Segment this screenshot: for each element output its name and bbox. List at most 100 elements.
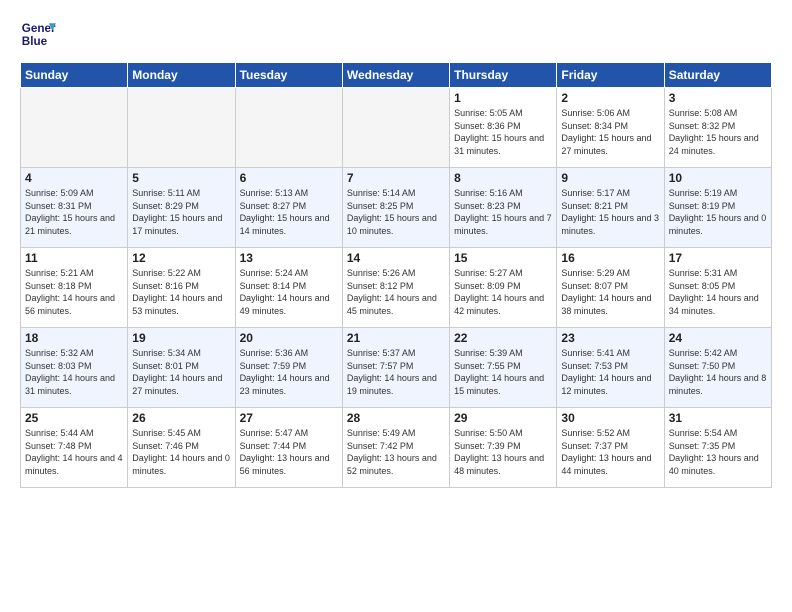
day-info: Sunrise: 5:50 AMSunset: 7:39 PMDaylight:… [454, 427, 552, 477]
calendar-cell: 18 Sunrise: 5:32 AMSunset: 8:03 PMDayligh… [21, 328, 128, 408]
weekday-header-friday: Friday [557, 63, 664, 88]
day-info: Sunrise: 5:06 AMSunset: 8:34 PMDaylight:… [561, 107, 659, 157]
calendar-cell: 31Sunrise: 5:54 AMSunset: 7:35 PMDayligh… [664, 408, 771, 488]
day-number: 10 [669, 171, 767, 185]
day-number: 23 [561, 331, 659, 345]
day-number: 19 [132, 331, 230, 345]
weekday-header-thursday: Thursday [450, 63, 557, 88]
calendar-cell [235, 88, 342, 168]
day-info: Sunrise: 5:32 AMSunset: 8:03 PMDaylight:… [25, 347, 123, 397]
calendar-cell: 24Sunrise: 5:42 AMSunset: 7:50 PMDayligh… [664, 328, 771, 408]
weekday-header-saturday: Saturday [664, 63, 771, 88]
calendar-cell [342, 88, 449, 168]
day-info: Sunrise: 5:11 AMSunset: 8:29 PMDaylight:… [132, 187, 230, 237]
day-info: Sunrise: 5:45 AMSunset: 7:46 PMDaylight:… [132, 427, 230, 477]
calendar-table: SundayMondayTuesdayWednesdayThursdayFrid… [20, 62, 772, 488]
calendar-cell: 23 Sunrise: 5:41 AMSunset: 7:53 PMDayligh… [557, 328, 664, 408]
day-info: Sunrise: 5:14 AMSunset: 8:25 PMDaylight:… [347, 187, 445, 237]
calendar-cell: 13 Sunrise: 5:24 AMSunset: 8:14 PMDayligh… [235, 248, 342, 328]
day-info: Sunrise: 5:24 AMSunset: 8:14 PMDaylight:… [240, 267, 338, 317]
day-number: 15 [454, 251, 552, 265]
day-number: 5 [132, 171, 230, 185]
day-info: Sunrise: 5:36 AMSunset: 7:59 PMDaylight:… [240, 347, 338, 397]
day-info: Sunrise: 5:52 AMSunset: 7:37 PMDaylight:… [561, 427, 659, 477]
calendar-cell: 2 Sunrise: 5:06 AMSunset: 8:34 PMDaylight… [557, 88, 664, 168]
week-row-4: 18 Sunrise: 5:32 AMSunset: 8:03 PMDayligh… [21, 328, 772, 408]
calendar-cell: 9 Sunrise: 5:17 AMSunset: 8:21 PMDaylight… [557, 168, 664, 248]
day-number: 24 [669, 331, 767, 345]
weekday-header-row: SundayMondayTuesdayWednesdayThursdayFrid… [21, 63, 772, 88]
day-info: Sunrise: 5:21 AMSunset: 8:18 PMDaylight:… [25, 267, 123, 317]
day-number: 25 [25, 411, 123, 425]
weekday-header-tuesday: Tuesday [235, 63, 342, 88]
calendar-cell: 30 Sunrise: 5:52 AMSunset: 7:37 PMDayligh… [557, 408, 664, 488]
day-info: Sunrise: 5:17 AMSunset: 8:21 PMDaylight:… [561, 187, 659, 237]
calendar-cell: 21 Sunrise: 5:37 AMSunset: 7:57 PMDayligh… [342, 328, 449, 408]
day-info: Sunrise: 5:31 AMSunset: 8:05 PMDaylight:… [669, 267, 767, 317]
header: General Blue [20, 16, 772, 52]
calendar-cell: 10 Sunrise: 5:19 AMSunset: 8:19 PMDayligh… [664, 168, 771, 248]
calendar-cell: 12Sunrise: 5:22 AMSunset: 8:16 PMDayligh… [128, 248, 235, 328]
day-number: 4 [25, 171, 123, 185]
week-row-1: 1 Sunrise: 5:05 AMSunset: 8:36 PMDaylight… [21, 88, 772, 168]
week-row-3: 11Sunrise: 5:21 AMSunset: 8:18 PMDayligh… [21, 248, 772, 328]
day-info: Sunrise: 5:29 AMSunset: 8:07 PMDaylight:… [561, 267, 659, 317]
day-info: Sunrise: 5:44 AMSunset: 7:48 PMDaylight:… [25, 427, 123, 477]
day-info: Sunrise: 5:41 AMSunset: 7:53 PMDaylight:… [561, 347, 659, 397]
day-number: 28 [347, 411, 445, 425]
day-info: Sunrise: 5:26 AMSunset: 8:12 PMDaylight:… [347, 267, 445, 317]
day-number: 9 [561, 171, 659, 185]
week-row-5: 25 Sunrise: 5:44 AMSunset: 7:48 PMDayligh… [21, 408, 772, 488]
day-number: 1 [454, 91, 552, 105]
day-number: 8 [454, 171, 552, 185]
page: General Blue SundayMondayTuesdayWednesda… [0, 0, 792, 498]
day-info: Sunrise: 5:05 AMSunset: 8:36 PMDaylight:… [454, 107, 552, 157]
day-number: 18 [25, 331, 123, 345]
svg-text:Blue: Blue [22, 35, 48, 48]
calendar-cell: 8 Sunrise: 5:16 AMSunset: 8:23 PMDaylight… [450, 168, 557, 248]
weekday-header-wednesday: Wednesday [342, 63, 449, 88]
day-number: 7 [347, 171, 445, 185]
calendar-cell: 4 Sunrise: 5:09 AMSunset: 8:31 PMDaylight… [21, 168, 128, 248]
weekday-header-monday: Monday [128, 63, 235, 88]
day-info: Sunrise: 5:27 AMSunset: 8:09 PMDaylight:… [454, 267, 552, 317]
day-number: 30 [561, 411, 659, 425]
day-info: Sunrise: 5:39 AMSunset: 7:55 PMDaylight:… [454, 347, 552, 397]
day-number: 2 [561, 91, 659, 105]
calendar-cell: 17 Sunrise: 5:31 AMSunset: 8:05 PMDayligh… [664, 248, 771, 328]
calendar-cell: 1 Sunrise: 5:05 AMSunset: 8:36 PMDaylight… [450, 88, 557, 168]
calendar-cell: 7 Sunrise: 5:14 AMSunset: 8:25 PMDaylight… [342, 168, 449, 248]
day-number: 3 [669, 91, 767, 105]
day-info: Sunrise: 5:09 AMSunset: 8:31 PMDaylight:… [25, 187, 123, 237]
day-number: 22 [454, 331, 552, 345]
calendar-cell: 3 Sunrise: 5:08 AMSunset: 8:32 PMDaylight… [664, 88, 771, 168]
logo: General Blue [20, 16, 56, 52]
calendar-cell [128, 88, 235, 168]
calendar-cell: 15 Sunrise: 5:27 AMSunset: 8:09 PMDayligh… [450, 248, 557, 328]
day-info: Sunrise: 5:37 AMSunset: 7:57 PMDaylight:… [347, 347, 445, 397]
day-info: Sunrise: 5:22 AMSunset: 8:16 PMDaylight:… [132, 267, 230, 317]
day-number: 14 [347, 251, 445, 265]
day-number: 16 [561, 251, 659, 265]
calendar-cell [21, 88, 128, 168]
weekday-header-sunday: Sunday [21, 63, 128, 88]
calendar-cell: 22 Sunrise: 5:39 AMSunset: 7:55 PMDayligh… [450, 328, 557, 408]
day-info: Sunrise: 5:16 AMSunset: 8:23 PMDaylight:… [454, 187, 552, 237]
calendar-cell: 5 Sunrise: 5:11 AMSunset: 8:29 PMDaylight… [128, 168, 235, 248]
day-number: 13 [240, 251, 338, 265]
calendar-cell: 19 Sunrise: 5:34 AMSunset: 8:01 PMDayligh… [128, 328, 235, 408]
calendar-cell: 27Sunrise: 5:47 AMSunset: 7:44 PMDayligh… [235, 408, 342, 488]
day-info: Sunrise: 5:34 AMSunset: 8:01 PMDaylight:… [132, 347, 230, 397]
week-row-2: 4 Sunrise: 5:09 AMSunset: 8:31 PMDaylight… [21, 168, 772, 248]
day-info: Sunrise: 5:13 AMSunset: 8:27 PMDaylight:… [240, 187, 338, 237]
day-number: 31 [669, 411, 767, 425]
calendar-cell: 26Sunrise: 5:45 AMSunset: 7:46 PMDayligh… [128, 408, 235, 488]
day-number: 21 [347, 331, 445, 345]
logo-icon: General Blue [20, 16, 56, 52]
day-info: Sunrise: 5:19 AMSunset: 8:19 PMDaylight:… [669, 187, 767, 237]
day-info: Sunrise: 5:08 AMSunset: 8:32 PMDaylight:… [669, 107, 767, 157]
calendar-cell: 28Sunrise: 5:49 AMSunset: 7:42 PMDayligh… [342, 408, 449, 488]
day-number: 17 [669, 251, 767, 265]
calendar-cell: 29Sunrise: 5:50 AMSunset: 7:39 PMDayligh… [450, 408, 557, 488]
day-info: Sunrise: 5:47 AMSunset: 7:44 PMDaylight:… [240, 427, 338, 477]
